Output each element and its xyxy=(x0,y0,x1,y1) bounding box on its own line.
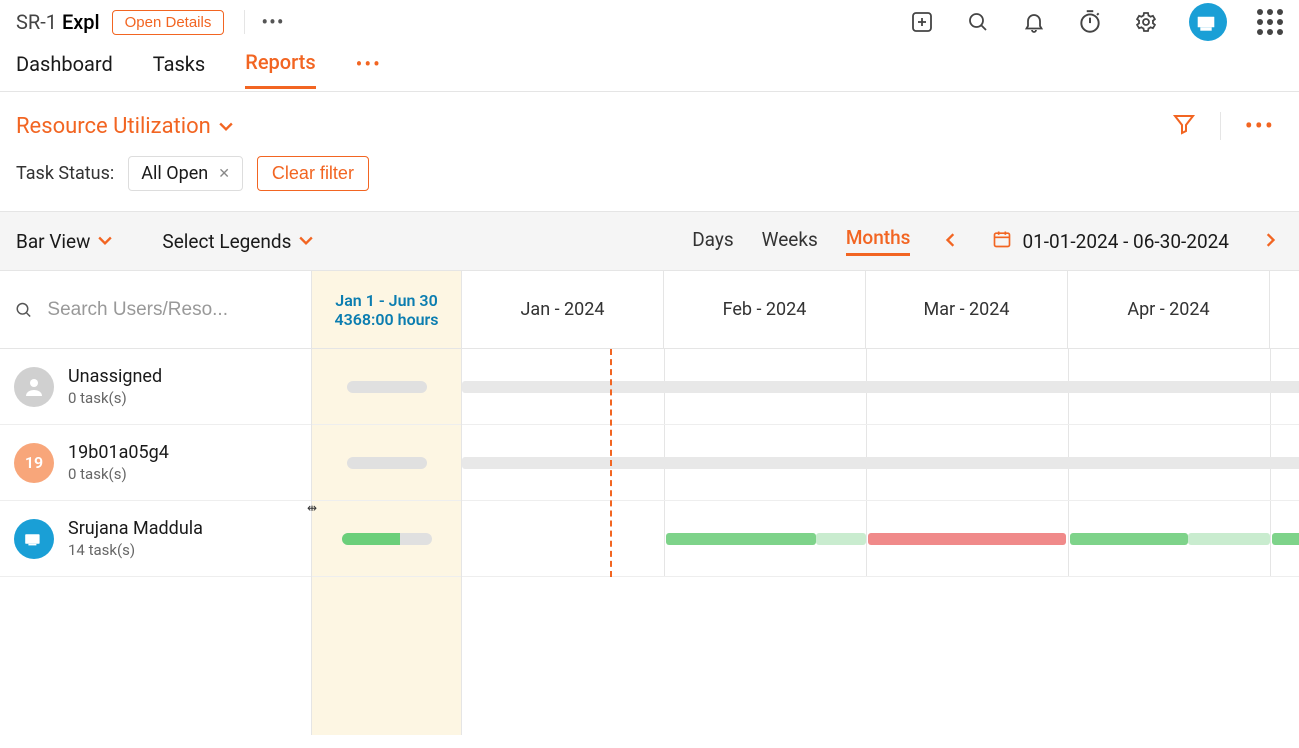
report-title-label: Resource Utilization xyxy=(16,114,211,139)
resource-name: Unassigned xyxy=(68,366,162,387)
search-icon[interactable] xyxy=(965,9,991,35)
project-more-icon[interactable]: ••• xyxy=(244,10,284,34)
avatar-user: 19 xyxy=(14,443,54,483)
prev-range-icon[interactable] xyxy=(938,232,964,251)
project-breadcrumb[interactable]: SR-1 Expl xyxy=(16,10,100,34)
legends-label: Select Legends xyxy=(162,230,291,253)
resource-task-count: 14 task(s) xyxy=(68,541,203,559)
utilization-bar[interactable] xyxy=(1272,533,1299,545)
tab-dashboard[interactable]: Dashboard xyxy=(16,52,113,88)
avatar-unassigned xyxy=(14,367,54,407)
caret-down-icon xyxy=(219,120,233,134)
timer-icon[interactable] xyxy=(1077,9,1103,35)
utilization-bar[interactable] xyxy=(666,533,816,545)
separator xyxy=(1220,112,1221,140)
gantt-row xyxy=(462,501,1299,577)
filter-chip-value: All Open xyxy=(141,163,208,184)
resource-row[interactable]: Srujana Maddula 14 task(s) xyxy=(0,501,311,577)
gear-icon[interactable] xyxy=(1133,9,1159,35)
remove-filter-icon[interactable]: ✕ xyxy=(218,166,230,182)
date-range-label: 01-01-2024 - 06-30-2024 xyxy=(1022,230,1229,253)
resource-name: 19b01a05g4 xyxy=(68,442,169,463)
add-icon[interactable] xyxy=(909,9,935,35)
utilization-bar[interactable] xyxy=(462,457,1299,469)
resource-row[interactable]: 19 19b01a05g4 0 task(s) xyxy=(0,425,311,501)
tab-tasks[interactable]: Tasks xyxy=(153,52,206,88)
crumb-prefix: SR-1 xyxy=(16,10,62,34)
summary-cell xyxy=(312,349,461,425)
filter-label-task-status: Task Status: xyxy=(16,163,114,184)
avatar[interactable] xyxy=(1189,3,1227,41)
crumb-title: Expl xyxy=(62,10,100,34)
gantt-row xyxy=(462,425,1299,501)
resource-name: Srujana Maddula xyxy=(68,518,203,539)
clear-filter-button[interactable]: Clear filter xyxy=(257,156,369,191)
scale-days[interactable]: Days xyxy=(692,228,733,255)
utilization-bar[interactable] xyxy=(868,533,1066,545)
summary-cell xyxy=(312,501,461,577)
resource-task-count: 0 task(s) xyxy=(68,389,162,407)
utilization-bar[interactable] xyxy=(816,533,866,545)
utilization-bar[interactable] xyxy=(462,381,1299,393)
column-splitter[interactable]: ⇹ xyxy=(307,501,317,515)
summary-pill xyxy=(347,381,427,393)
resource-row[interactable]: Unassigned 0 task(s) xyxy=(0,349,311,425)
bell-icon[interactable] xyxy=(1021,9,1047,35)
today-line xyxy=(610,349,612,577)
scale-months[interactable]: Months xyxy=(846,226,911,256)
tabs-overflow-icon[interactable]: ••• xyxy=(356,52,382,88)
month-header: Feb - 2024 xyxy=(664,271,866,348)
gantt-row xyxy=(462,349,1299,425)
search-input[interactable] xyxy=(47,299,297,321)
view-mode-label: Bar View xyxy=(16,230,90,253)
avatar-user xyxy=(14,519,54,559)
filter-chip-task-status[interactable]: All Open ✕ xyxy=(128,156,243,191)
legends-dropdown[interactable]: Select Legends xyxy=(162,230,313,253)
tab-reports[interactable]: Reports xyxy=(245,50,315,89)
summary-pill xyxy=(342,533,432,545)
next-range-icon[interactable] xyxy=(1257,232,1283,251)
filter-icon[interactable] xyxy=(1172,112,1196,140)
chevron-down-icon xyxy=(299,234,313,248)
open-details-button[interactable]: Open Details xyxy=(112,10,225,35)
month-header: Mar - 2024 xyxy=(866,271,1068,348)
utilization-bar[interactable] xyxy=(1188,533,1270,545)
calendar-icon xyxy=(992,229,1012,254)
apps-launcher-icon[interactable] xyxy=(1257,9,1283,35)
summary-hours: 4368:00 hours xyxy=(334,310,438,329)
view-mode-dropdown[interactable]: Bar View xyxy=(16,230,112,253)
report-title-dropdown[interactable]: Resource Utilization xyxy=(16,114,233,139)
summary-pill xyxy=(347,457,427,469)
month-header: Jan - 2024 xyxy=(462,271,664,348)
resource-task-count: 0 task(s) xyxy=(68,465,169,483)
date-range-picker[interactable]: 01-01-2024 - 06-30-2024 xyxy=(992,229,1229,254)
month-header: Apr - 2024 xyxy=(1068,271,1270,348)
scale-weeks[interactable]: Weeks xyxy=(762,228,818,255)
summary-date-range: Jan 1 - Jun 30 xyxy=(335,291,437,310)
report-more-icon[interactable]: ••• xyxy=(1245,112,1275,140)
chevron-down-icon xyxy=(98,234,112,248)
utilization-bar[interactable] xyxy=(1070,533,1188,545)
summary-cell xyxy=(312,425,461,501)
month-header xyxy=(1270,271,1299,348)
search-icon xyxy=(14,299,33,321)
